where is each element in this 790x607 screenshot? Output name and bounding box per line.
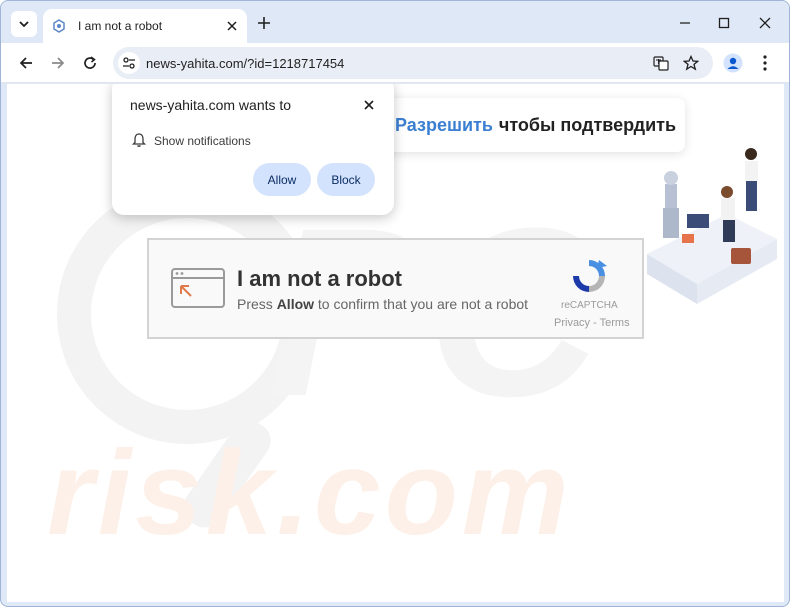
recaptcha-logo-icon	[573, 260, 607, 292]
banner-accent-text: Разрешить	[395, 114, 493, 135]
back-button[interactable]	[14, 51, 38, 75]
captcha-subtitle: Press Allow to confirm that you are not …	[237, 296, 528, 312]
bookmark-button[interactable]	[679, 51, 703, 75]
recaptcha-links[interactable]: Privacy - Terms	[554, 317, 630, 329]
tab-close-button[interactable]	[223, 17, 241, 35]
page-content: PC risk.com Разрешить чтобы подтвердить …	[7, 84, 784, 602]
forward-arrow-icon	[52, 57, 65, 69]
bell-icon	[131, 133, 147, 147]
menu-button[interactable]	[753, 51, 777, 75]
browser-window: I am not a robot news-yahita.com/?id=121…	[0, 0, 790, 607]
allow-button[interactable]: Allow	[253, 163, 311, 196]
minimize-icon	[680, 22, 690, 24]
address-bar[interactable]: news-yahita.com/?id=1218717454	[113, 47, 713, 79]
office-illustration	[647, 148, 777, 304]
maximize-button[interactable]	[714, 13, 734, 33]
translate-icon	[653, 56, 669, 71]
menu-icon	[763, 55, 767, 71]
favicon-icon	[51, 18, 67, 34]
reload-button[interactable]	[78, 51, 102, 75]
tab-search-button[interactable]	[11, 11, 37, 37]
permission-title: news-yahita.com wants to	[130, 97, 292, 113]
captcha-subtitle-pre: Press	[237, 296, 277, 312]
captcha-subtitle-post: to confirm that you are not a robot	[314, 296, 529, 312]
tab-strip: I am not a robot	[1, 1, 789, 43]
profile-button[interactable]	[721, 51, 745, 75]
site-info-button[interactable]	[118, 52, 140, 74]
captcha-subtitle-bold: Allow	[276, 296, 315, 312]
minimize-button[interactable]	[675, 13, 695, 33]
close-window-button[interactable]	[755, 13, 775, 33]
maximize-icon	[718, 17, 730, 29]
translate-button[interactable]	[649, 51, 673, 75]
close-icon	[759, 17, 771, 29]
new-tab-icon	[258, 17, 270, 29]
active-tab[interactable]: I am not a robot	[43, 9, 247, 43]
permission-close-button[interactable]	[359, 95, 379, 115]
captcha-title: I am not a robot	[237, 266, 402, 291]
new-tab-button[interactable]	[254, 13, 274, 33]
forward-button[interactable]	[46, 51, 70, 75]
block-button[interactable]: Block	[317, 163, 375, 196]
fake-captcha-box: I am not a robot Press Allow to confirm …	[147, 238, 644, 339]
browser-window-icon	[171, 268, 225, 308]
tab-search-icon	[19, 21, 29, 28]
tab-title: I am not a robot	[78, 19, 163, 33]
url-text[interactable]: news-yahita.com/?id=1218717454	[146, 56, 649, 71]
site-info-icon	[123, 57, 135, 69]
reload-icon	[84, 56, 96, 69]
watermark-text: risk.com	[47, 426, 573, 560]
profile-icon	[723, 53, 743, 73]
close-icon	[364, 100, 374, 110]
banner-text: чтобы подтвердить	[498, 114, 677, 135]
notification-permission-popup: news-yahita.com wants to Show notificati…	[112, 84, 394, 215]
permission-label: Show notifications	[154, 134, 251, 148]
star-icon	[683, 55, 699, 71]
close-icon	[227, 21, 237, 31]
back-arrow-icon	[19, 57, 32, 69]
browser-toolbar: news-yahita.com/?id=1218717454	[1, 43, 789, 83]
recaptcha-brand: reCAPTCHA	[561, 300, 618, 311]
